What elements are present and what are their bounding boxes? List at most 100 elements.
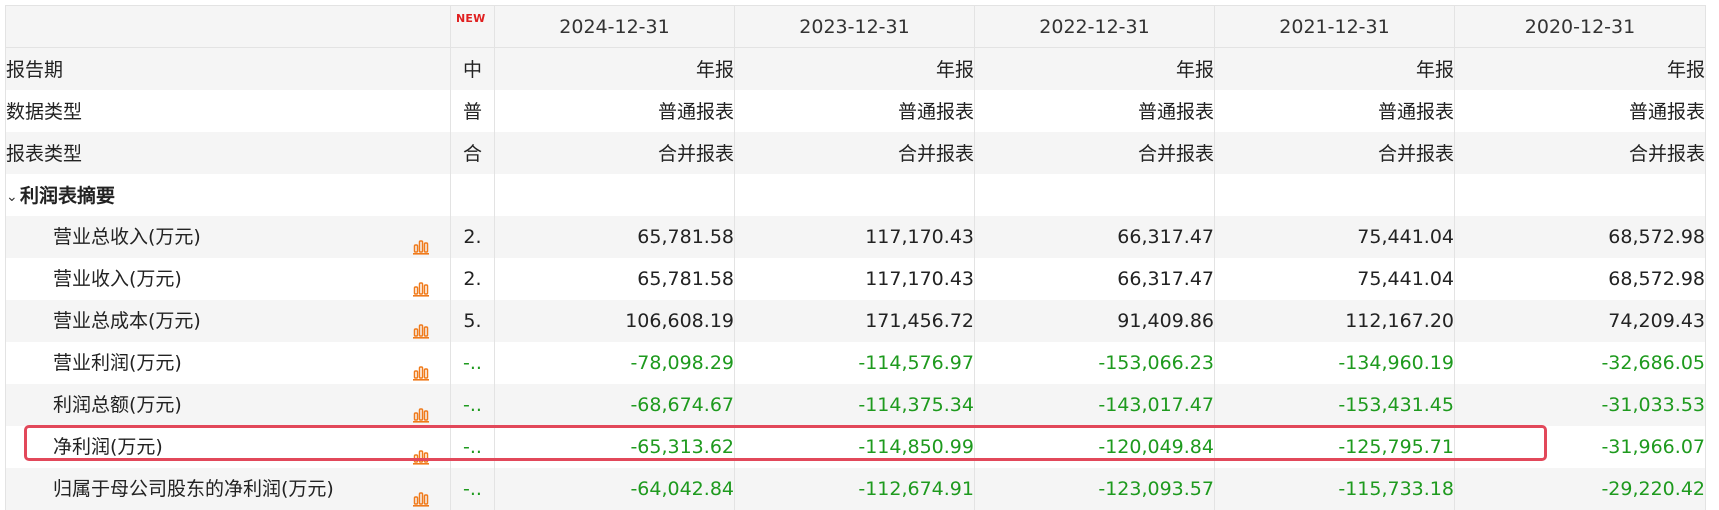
- row-value-cell: -78,098.29: [494, 341, 735, 384]
- row-value-cell: 171,456.72: [734, 299, 975, 342]
- row-label: 营业收入(万元): [53, 267, 182, 290]
- row-value-cell: -120,049.84: [974, 425, 1215, 468]
- row-latest-truncated: -..: [450, 467, 495, 510]
- section-empty-cell: [974, 173, 1215, 216]
- row-value-cell: 68,572.98: [1454, 215, 1706, 258]
- row-value-cell: 74,209.43: [1454, 299, 1706, 342]
- bar-chart-icon[interactable]: [412, 270, 430, 297]
- bar-chart-icon[interactable]: [412, 396, 430, 423]
- meta-row-latest: 中: [450, 47, 495, 90]
- meta-cell: 年报: [734, 47, 975, 90]
- row-value-cell: -114,576.97: [734, 341, 975, 384]
- row-label: 利润总额(万元): [53, 393, 182, 416]
- row-value-cell: 91,409.86: [974, 299, 1215, 342]
- row-value-cell: 65,781.58: [494, 215, 735, 258]
- row-label-cell: 归属于母公司股东的净利润(万元): [5, 467, 451, 510]
- bar-chart-icon[interactable]: [412, 354, 430, 381]
- meta-row: 报表类型合合并报表 合并报表 合并报表 合并报表 合并报表: [5, 131, 1706, 174]
- row-label-cell: 营业总收入(万元): [5, 215, 451, 258]
- row-label: 净利润(万元): [53, 435, 163, 458]
- row-value-cell: 66,317.47: [974, 215, 1215, 258]
- profit-statement-table: NEW 2024-12-31 2023-12-31 2022-12-31 202…: [5, 5, 1706, 510]
- section-empty-cell: [734, 173, 975, 216]
- row-value-cell: -125,795.71: [1214, 425, 1455, 468]
- row-value-cell: 75,441.04: [1214, 215, 1455, 258]
- meta-cell: 普通报表: [1214, 89, 1455, 132]
- row-value-cell: -134,960.19: [1214, 341, 1455, 384]
- row-latest-truncated: 2.: [450, 215, 495, 258]
- row-latest-truncated: 5.: [450, 299, 495, 342]
- section-header-row[interactable]: ⌄ 利润表摘要: [5, 173, 1706, 216]
- section-empty-cell: [494, 173, 735, 216]
- row-latest-truncated: -..: [450, 341, 495, 384]
- table-row: 归属于母公司股东的净利润(万元) -.. -64,042.84 -112,674.91…: [5, 467, 1706, 510]
- section-title: 利润表摘要: [20, 185, 116, 207]
- meta-cell: 普通报表: [734, 89, 975, 132]
- row-label-cell: 营业总成本(万元): [5, 299, 451, 342]
- meta-row-label: 数据类型: [5, 89, 451, 132]
- period-header-2022[interactable]: 2022-12-31: [974, 5, 1215, 48]
- bar-chart-icon[interactable]: [412, 312, 430, 339]
- row-label-cell: 营业利润(万元): [5, 341, 451, 384]
- row-value-cell: 117,170.43: [734, 215, 975, 258]
- row-label-cell: 净利润(万元): [5, 425, 451, 468]
- row-latest-truncated: -..: [450, 425, 495, 468]
- row-label: 归属于母公司股东的净利润(万元): [53, 477, 334, 500]
- section-toggle[interactable]: ⌄ 利润表摘要: [5, 173, 451, 216]
- meta-cell: 合并报表: [1214, 131, 1455, 174]
- row-value-cell: -65,313.62: [494, 425, 735, 468]
- meta-label-text: 数据类型: [6, 101, 83, 123]
- period-header-2021[interactable]: 2021-12-31: [1214, 5, 1455, 48]
- period-header-2020[interactable]: 2020-12-31: [1454, 5, 1706, 48]
- row-value-cell: 112,167.20: [1214, 299, 1455, 342]
- row-value-cell: 65,781.58: [494, 257, 735, 300]
- row-label-cell: 营业收入(万元): [5, 257, 451, 300]
- bar-chart-icon[interactable]: [412, 480, 430, 507]
- row-label: 营业利润(万元): [53, 351, 182, 374]
- period-header-2024[interactable]: 2024-12-31: [494, 5, 735, 48]
- row-latest-truncated: -..: [450, 383, 495, 426]
- row-value-cell: 75,441.04: [1214, 257, 1455, 300]
- row-value-cell: 66,317.47: [974, 257, 1215, 300]
- period-header-row: NEW 2024-12-31 2023-12-31 2022-12-31 202…: [5, 5, 1706, 48]
- section-empty-cell: [1214, 173, 1455, 216]
- table-row: 营业利润(万元) -.. -78,098.29 -114,576.97 -153,066…: [5, 341, 1706, 384]
- meta-cell: 合并报表: [974, 131, 1215, 174]
- row-latest-truncated: 2.: [450, 257, 495, 300]
- row-value-cell: 68,572.98: [1454, 257, 1706, 300]
- meta-cell: 年报: [974, 47, 1215, 90]
- bar-chart-icon[interactable]: [412, 228, 430, 255]
- meta-cell: 合并报表: [734, 131, 975, 174]
- chevron-down-icon[interactable]: ⌄: [7, 189, 21, 205]
- period-header-2023[interactable]: 2023-12-31: [734, 5, 975, 48]
- meta-label-text: 报表类型: [6, 143, 83, 165]
- row-value-cell: -32,686.05: [1454, 341, 1706, 384]
- meta-row: 报告期中年报 年报 年报 年报 年报: [5, 47, 1706, 90]
- meta-cell: 合并报表: [1454, 131, 1706, 174]
- meta-cell: 普通报表: [494, 89, 735, 132]
- row-value-cell: 106,608.19: [494, 299, 735, 342]
- meta-row-latest: 普: [450, 89, 495, 132]
- section-mini-empty: [450, 173, 495, 216]
- row-value-cell: -153,431.45: [1214, 383, 1455, 426]
- row-value-cell: -112,674.91: [734, 467, 975, 510]
- row-value-cell: -29,220.42: [1454, 467, 1706, 510]
- meta-row-latest: 合: [450, 131, 495, 174]
- bar-chart-icon[interactable]: [412, 438, 430, 465]
- header-latest-cell[interactable]: NEW: [450, 5, 495, 48]
- row-value-cell: -115,733.18: [1214, 467, 1455, 510]
- meta-cell: 年报: [1214, 47, 1455, 90]
- row-value-cell: -114,850.99: [734, 425, 975, 468]
- table-row: 净利润(万元) -.. -65,313.62 -114,850.99 -120,049.…: [5, 425, 1706, 468]
- meta-row: 数据类型普普通报表 普通报表 普通报表 普通报表 普通报表: [5, 89, 1706, 132]
- row-value-cell: -123,093.57: [974, 467, 1215, 510]
- table-row: 营业总成本(万元) 5. 106,608.19 171,456.72 91,409.86…: [5, 299, 1706, 342]
- row-label: 营业总成本(万元): [53, 309, 201, 332]
- row-label-cell: 利润总额(万元): [5, 383, 451, 426]
- meta-cell: 普通报表: [974, 89, 1215, 132]
- table-row: 利润总额(万元) -.. -68,674.67 -114,375.34 -143,017…: [5, 383, 1706, 426]
- row-value-cell: -68,674.67: [494, 383, 735, 426]
- meta-row-label: 报表类型: [5, 131, 451, 174]
- row-value-cell: -31,966.07: [1454, 425, 1706, 468]
- row-value-cell: 117,170.43: [734, 257, 975, 300]
